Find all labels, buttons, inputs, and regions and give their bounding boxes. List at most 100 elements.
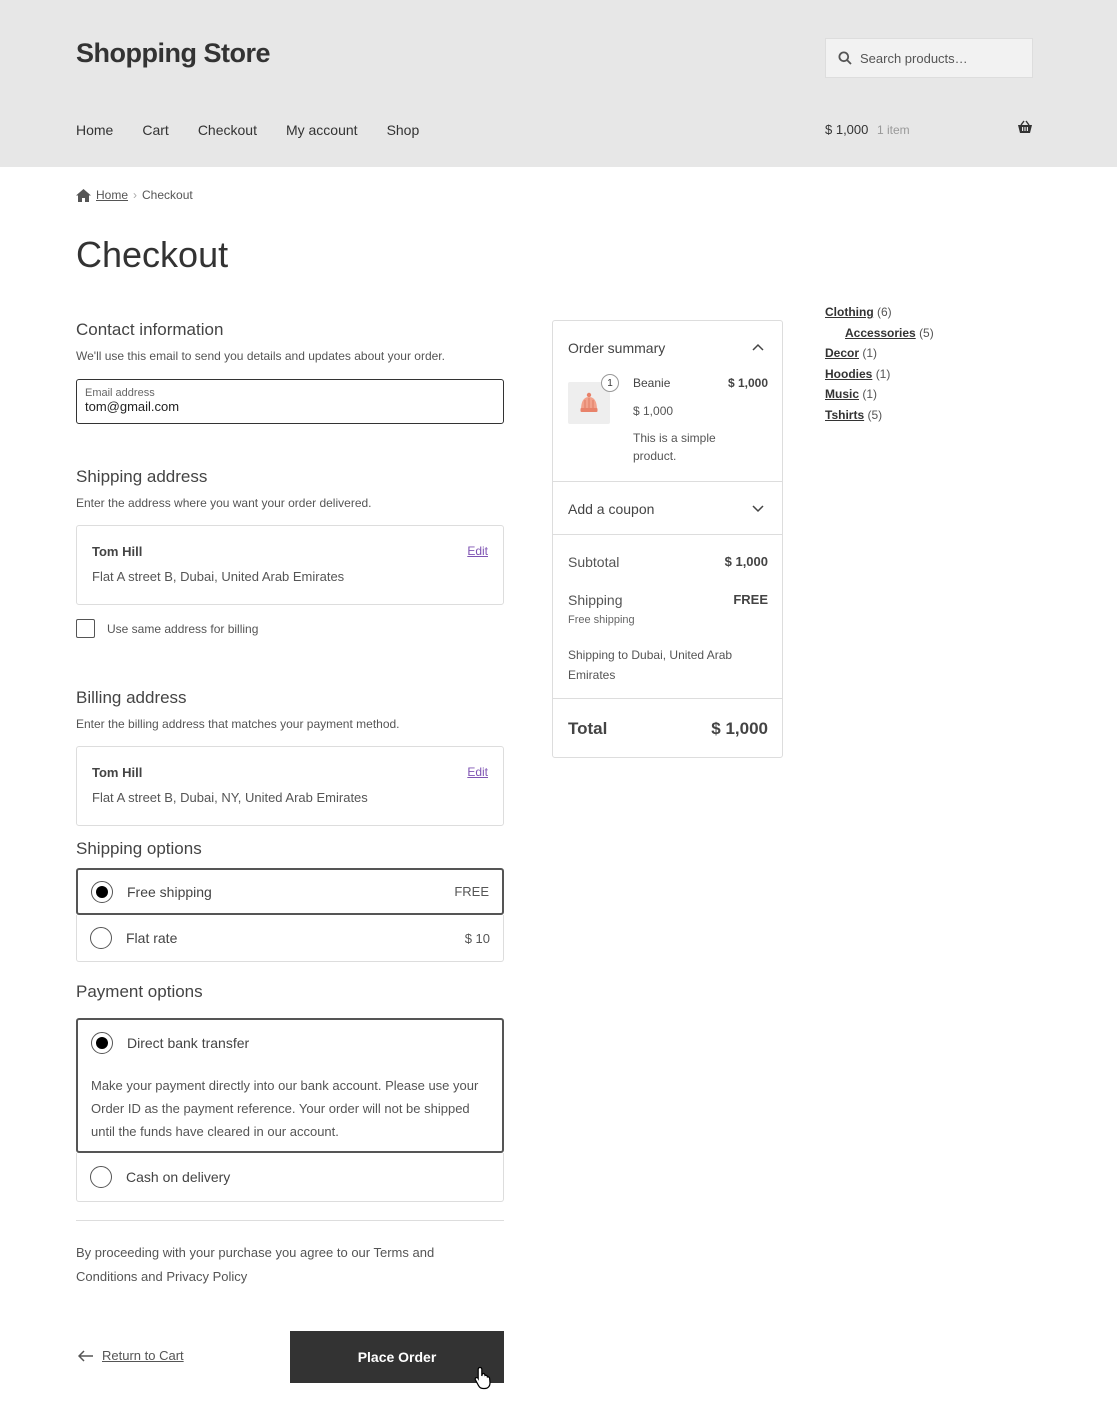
shipping-option-flat-rate-label: Flat rate [126, 930, 178, 946]
same-billing-checkbox[interactable] [76, 619, 95, 638]
radio-selected-dot [96, 885, 108, 898]
breadcrumb-separator: › [133, 188, 138, 202]
arrow-left-icon [78, 1349, 93, 1362]
beanie-icon [580, 392, 598, 412]
return-to-cart-link[interactable]: Return to Cart [78, 1348, 184, 1363]
terms-text: By proceeding with your purchase you agr… [76, 1245, 435, 1284]
payment-option-cod-radio[interactable] [90, 1166, 112, 1188]
breadcrumb-current: Checkout [142, 188, 193, 202]
contact-description: We'll use this email to send you details… [76, 349, 445, 363]
hand-cursor-icon [474, 1366, 491, 1390]
main-nav: Home Cart Checkout My account Shop [76, 122, 448, 138]
summary-divider [553, 698, 782, 699]
add-coupon-toggle[interactable]: Add a coupon [568, 501, 654, 517]
site-title[interactable]: Shopping Store [76, 38, 270, 69]
category-item: Music (1) [825, 387, 934, 408]
item-name: Beanie [633, 376, 671, 390]
payment-option-bank-description: Make your payment directly into our bank… [91, 1078, 479, 1139]
search-input[interactable]: Search products… [825, 38, 1033, 78]
summary-divider [553, 481, 782, 482]
subtotal-value: $ 1,000 [724, 554, 768, 569]
category-item: Tshirts (5) [825, 408, 934, 429]
return-to-cart-label: Return to Cart [102, 1348, 184, 1363]
nav-item-my-account[interactable]: My account [286, 122, 358, 138]
item-quantity-badge: 1 [601, 374, 619, 392]
category-count: (1) [862, 387, 878, 401]
shipping-option-flat-rate-price: $ 10 [464, 930, 490, 946]
order-summary-title[interactable]: Order summary [568, 340, 665, 356]
contact-title: Contact information [76, 320, 224, 339]
nav-item-shop[interactable]: Shop [387, 122, 420, 138]
billing-address-line: Flat A street B, Dubai, NY, United Arab … [92, 790, 368, 805]
payment-options-title: Payment options [76, 982, 203, 1001]
category-count: (6) [877, 305, 892, 319]
category-count: (1) [862, 346, 878, 360]
payment-option-bank-radio[interactable] [91, 1032, 113, 1054]
site-header: Shopping Store Search products… Home Car… [0, 0, 1117, 167]
shipping-destination: Shipping to Dubai, United Arab Emirates [568, 648, 733, 682]
order-summary-panel: Order summary 1 Beanie $ 1,000 $ 1,000 T… [552, 320, 783, 758]
email-value[interactable]: tom@gmail.com [85, 399, 495, 414]
same-billing-checkbox-row[interactable]: Use same address for billing [76, 619, 258, 638]
page-title: Checkout [76, 234, 229, 275]
shipping-label: Shipping [568, 592, 623, 608]
category-count: (5) [867, 407, 883, 422]
same-billing-label: Use same address for billing [107, 621, 259, 636]
total-label: Total [568, 719, 608, 738]
category-link[interactable]: Hoodies [825, 367, 872, 381]
billing-address-description: Enter the billing address that matches y… [76, 717, 400, 731]
shipping-address-line: Flat A street B, Dubai, United Arab Emir… [92, 569, 345, 584]
shipping-option-free-price: FREE [454, 884, 489, 899]
shipping-address-title: Shipping address [76, 467, 208, 486]
shipping-value: FREE [733, 592, 768, 607]
nav-item-cart[interactable]: Cart [142, 122, 168, 138]
home-icon [76, 188, 91, 202]
search-placeholder: Search products… [860, 50, 968, 66]
item-price: $ 1,000 [633, 404, 674, 418]
category-item: Hoodies (1) [825, 367, 934, 388]
payment-option-bank-transfer[interactable]: Direct bank transfer Make your payment d… [76, 1018, 504, 1153]
mini-cart-count: 1 item [877, 123, 910, 137]
shipping-option-flat-rate[interactable]: Flat rate $ 10 [76, 915, 504, 962]
chevron-up-icon[interactable] [752, 343, 764, 351]
category-item: Accessories (5) [825, 326, 934, 347]
chevron-down-icon[interactable] [752, 505, 764, 513]
category-item: Clothing (6) [825, 305, 934, 326]
breadcrumb: Home › Checkout [76, 188, 193, 202]
edit-billing-address-link[interactable]: Edit [467, 765, 488, 779]
email-label: Email address [85, 387, 155, 399]
payment-option-cod-label: Cash on delivery [126, 1169, 231, 1185]
billing-address-card: Tom Hill Flat A street B, Dubai, NY, Uni… [76, 746, 504, 826]
nav-item-checkout[interactable]: Checkout [198, 122, 257, 138]
mini-cart-total: $ 1,000 [825, 122, 869, 137]
category-link[interactable]: Clothing [825, 305, 874, 319]
shipping-address-description: Enter the address where you want your or… [76, 496, 372, 510]
divider [76, 1220, 504, 1221]
basket-icon [1018, 120, 1032, 133]
total-value: $ 1,000 [711, 719, 768, 738]
summary-divider [553, 534, 782, 535]
shipping-options-title: Shipping options [76, 839, 202, 858]
category-link[interactable]: Tshirts [825, 408, 864, 422]
category-count: (1) [875, 366, 891, 381]
category-link[interactable]: Music [825, 387, 859, 401]
edit-shipping-address-link[interactable]: Edit [467, 544, 488, 558]
shipping-option-free-label: Free shipping [127, 883, 212, 900]
billing-address-title: Billing address [76, 688, 187, 707]
shipping-option-flat-rate-radio[interactable] [90, 927, 112, 949]
shipping-option-free-radio[interactable] [91, 880, 113, 903]
email-field[interactable]: Email address tom@gmail.com [76, 379, 504, 424]
shipping-address-card: Tom Hill Flat A street B, Dubai, United … [76, 525, 504, 605]
breadcrumb-home-link[interactable]: Home [96, 188, 128, 202]
item-total: $ 1,000 [727, 376, 768, 390]
category-link[interactable]: Accessories [845, 326, 916, 340]
category-link[interactable]: Decor [825, 346, 859, 360]
category-count: (5) [919, 325, 934, 340]
payment-option-cod[interactable]: Cash on delivery [76, 1153, 504, 1202]
place-order-button[interactable]: Place Order [290, 1331, 504, 1383]
nav-item-home[interactable]: Home [76, 122, 113, 138]
search-icon [838, 51, 852, 65]
shipping-address-name: Tom Hill [92, 544, 143, 559]
shipping-option-free[interactable]: Free shipping FREE [76, 868, 504, 915]
mini-cart[interactable]: $ 1,000 1 item [825, 120, 1033, 137]
